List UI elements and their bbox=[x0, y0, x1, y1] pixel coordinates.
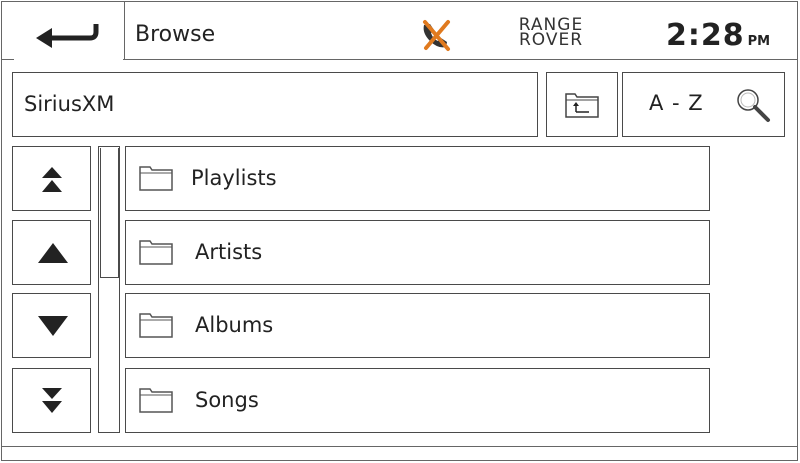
list-item-label: Albums bbox=[195, 313, 274, 337]
scroll-page-down-button[interactable] bbox=[12, 368, 91, 433]
double-down-arrow-icon bbox=[42, 388, 62, 413]
clock-ampm: PM bbox=[747, 34, 771, 49]
clock: 2:28 PM bbox=[666, 18, 770, 53]
header-divider bbox=[124, 2, 125, 60]
search-icon bbox=[737, 89, 770, 122]
back-button[interactable] bbox=[14, 11, 123, 61]
scroll-down-button[interactable] bbox=[12, 293, 91, 358]
sort-label: A - Z bbox=[649, 91, 704, 115]
brand-line-2: ROVER bbox=[518, 30, 584, 50]
source-label: SiriusXM bbox=[24, 92, 115, 116]
down-arrow-icon bbox=[38, 316, 68, 336]
list-item[interactable]: Artists bbox=[125, 220, 710, 285]
folder-up-button[interactable] bbox=[546, 72, 618, 137]
phone-disconnected-icon bbox=[423, 20, 450, 51]
list-item-label: Songs bbox=[195, 388, 259, 412]
folder-icon bbox=[139, 388, 173, 413]
list-item-label: Playlists bbox=[191, 166, 277, 190]
list-item[interactable]: Playlists bbox=[125, 146, 710, 211]
clock-time: 2:28 bbox=[666, 18, 745, 53]
folder-icon bbox=[139, 240, 173, 265]
list-item[interactable]: Albums bbox=[125, 293, 710, 358]
folder-icon bbox=[139, 166, 173, 191]
scroll-up-button[interactable] bbox=[12, 220, 91, 285]
range-rover-logo: RANGE ROVER bbox=[498, 17, 604, 50]
scroll-page-up-button[interactable] bbox=[12, 146, 91, 211]
list-item[interactable]: Songs bbox=[125, 368, 710, 433]
page-title: Browse bbox=[135, 22, 216, 47]
up-arrow-icon bbox=[38, 243, 68, 263]
footer-line bbox=[2, 446, 798, 447]
sort-search-button[interactable]: A - Z bbox=[622, 72, 785, 137]
source-field[interactable]: SiriusXM bbox=[12, 72, 538, 137]
folder-icon bbox=[139, 313, 173, 338]
back-arrow-icon bbox=[36, 24, 99, 48]
folder-up-icon bbox=[565, 93, 599, 118]
list-item-label: Artists bbox=[195, 240, 263, 264]
scrollbar-thumb[interactable] bbox=[100, 148, 119, 278]
double-up-arrow-icon bbox=[42, 167, 62, 192]
